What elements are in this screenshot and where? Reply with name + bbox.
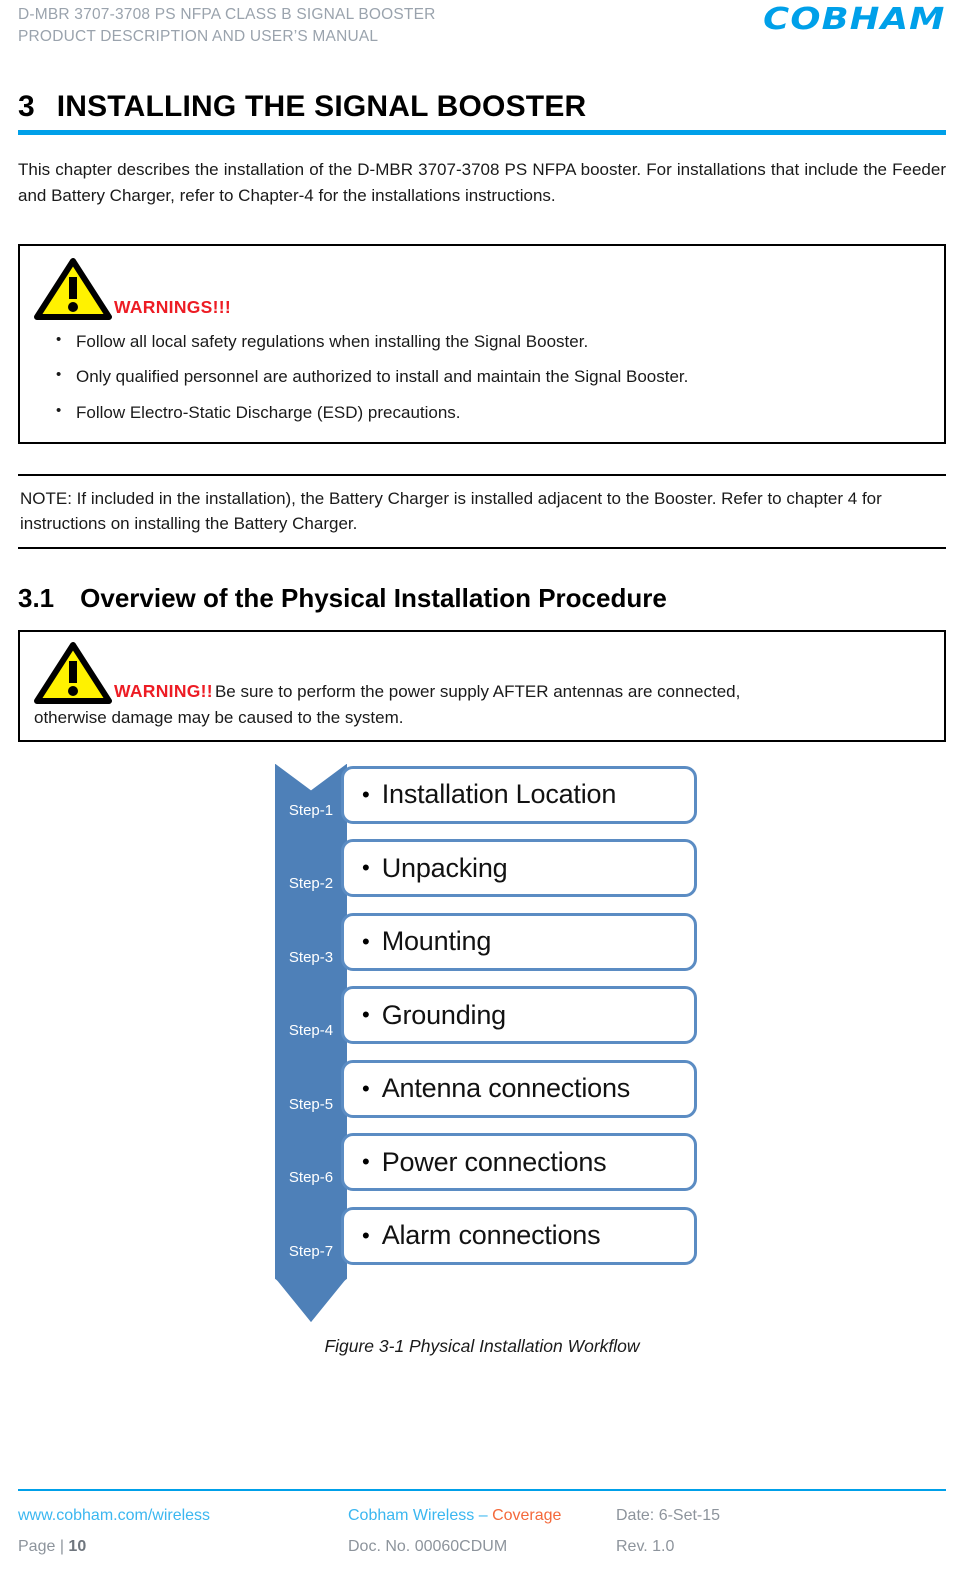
footer-page-number: 10 <box>68 1537 87 1555</box>
footer-row-bottom: Page | 10 Doc. No. 00060CDUM Rev. 1.0 <box>18 1532 946 1562</box>
bullet-icon: • <box>362 928 370 954</box>
list-item: • Follow all local safety regulations wh… <box>34 330 930 355</box>
warnings-header: WARNINGS!!! <box>34 257 930 320</box>
footer-date: Date: 6-Set-15 <box>616 1507 721 1525</box>
workflow-step-label: Mounting <box>381 926 492 957</box>
workflow-step-card: • Grounding <box>341 986 697 1045</box>
warning-power-text-line2: otherwise damage may be caused to the sy… <box>34 707 404 727</box>
footer-doc-number: Doc. No. 00060CDUM <box>348 1537 508 1555</box>
bullet-icon: • <box>56 401 62 419</box>
workflow-step-card: • Antenna connections <box>341 1059 697 1118</box>
footer-company-suffix: Coverage <box>492 1507 562 1525</box>
bullet-icon: • <box>362 1075 370 1101</box>
warnings-list: • Follow all local safety regulations wh… <box>34 330 930 426</box>
warning-power-header: WARNING!! Be sure to perform the power s… <box>34 641 930 704</box>
bullet-icon: • <box>362 855 370 881</box>
section-heading: 3.1 Overview of the Physical Installatio… <box>18 583 946 614</box>
chapter-number: 3 <box>18 90 35 123</box>
header-line-2: PRODUCT DESCRIPTION AND USER’S MANUAL <box>18 28 379 46</box>
bullet-icon: • <box>362 1149 370 1175</box>
document-footer: www.cobham.com/wireless Cobham Wireless … <box>18 1489 946 1562</box>
workflow-step-card: • Unpacking <box>341 839 697 898</box>
header-title-block: D-MBR 3707-3708 PS NFPA CLASS B SIGNAL B… <box>18 4 436 49</box>
warning-box-power: WARNING!! Be sure to perform the power s… <box>18 629 946 742</box>
bullet-icon: • <box>56 366 62 384</box>
footer-row-top: www.cobham.com/wireless Cobham Wireless … <box>18 1501 946 1531</box>
warning-triangle-icon <box>34 257 112 320</box>
footer-revision: Rev. 1.0 <box>616 1537 675 1555</box>
chapter-heading: 3 INSTALLING THE SIGNAL BOOSTER <box>18 90 946 135</box>
workflow-step-label: Unpacking <box>381 852 508 883</box>
list-item: • Only qualified personnel are authorize… <box>34 365 930 390</box>
workflow-step-row: Step-1 • Installation Location <box>267 763 697 867</box>
footer-page-label: Page | <box>18 1537 64 1555</box>
workflow-step-card: • Mounting <box>341 912 697 971</box>
footer-website-cell: www.cobham.com/wireless <box>18 1501 348 1531</box>
bullet-icon: • <box>362 1002 370 1028</box>
workflow-step-card: • Power connections <box>341 1133 697 1192</box>
section-number: 3.1 <box>18 582 55 613</box>
bullet-icon: • <box>362 1222 370 1248</box>
list-item: • Follow Electro-Static Discharge (ESD) … <box>34 401 930 426</box>
footer-company-cell: Cobham Wireless – Coverage <box>348 1501 616 1531</box>
chapter-title: INSTALLING THE SIGNAL BOOSTER <box>56 90 587 123</box>
warnings-label: WARNINGS!!! <box>114 296 232 317</box>
document-header: D-MBR 3707-3708 PS NFPA CLASS B SIGNAL B… <box>18 0 946 68</box>
warning-item-text: Only qualified personnel are authorized … <box>76 367 689 387</box>
footer-company-name: Cobham Wireless <box>348 1507 475 1525</box>
footer-website-link[interactable]: www.cobham.com/wireless <box>18 1507 210 1524</box>
workflow-step-label: Installation Location <box>381 779 617 810</box>
workflow-step-card: • Alarm connections <box>341 1206 697 1265</box>
document-page: D-MBR 3707-3708 PS NFPA CLASS B SIGNAL B… <box>0 0 964 1570</box>
warning-item-text: Follow all local safety regulations when… <box>76 331 589 351</box>
section-title: Overview of the Physical Installation Pr… <box>80 582 667 613</box>
warning-item-text: Follow Electro-Static Discharge (ESD) pr… <box>76 402 461 422</box>
header-line-1: D-MBR 3707-3708 PS NFPA CLASS B SIGNAL B… <box>18 6 436 23</box>
figure-caption: Figure 3-1 Physical Installation Workflo… <box>324 1336 640 1357</box>
warning-power-text-line1: Be sure to perform the power supply AFTE… <box>214 681 741 701</box>
warning-power-label: WARNING!! <box>114 680 213 701</box>
chapter-intro-paragraph: This chapter describes the installation … <box>18 160 946 206</box>
cobham-logo: COBHAM <box>763 2 946 37</box>
note-box: NOTE: If included in the installation), … <box>18 473 946 549</box>
bullet-icon: • <box>362 781 370 807</box>
workflow-step-label: Grounding <box>381 999 506 1030</box>
workflow-step-label: Power connections <box>381 1146 607 1177</box>
workflow-step-label: Antenna connections <box>381 1073 631 1104</box>
workflow-step-card: • Installation Location <box>341 765 697 824</box>
installation-workflow-diagram: Step-1 • Installation Location Step-2 • … <box>267 763 697 1323</box>
warnings-box: WARNINGS!!! • Follow all local safety re… <box>18 243 946 444</box>
footer-docno-cell: Doc. No. 00060CDUM <box>348 1532 616 1562</box>
footer-company-separator: – <box>478 1507 488 1525</box>
warning-triangle-icon <box>34 641 112 704</box>
footer-revision-cell: Rev. 1.0 <box>616 1532 946 1562</box>
footer-page-cell: Page | 10 <box>18 1532 348 1562</box>
footer-date-cell: Date: 6-Set-15 <box>616 1501 946 1531</box>
bullet-icon: • <box>56 330 62 348</box>
workflow-step-label: Alarm connections <box>381 1220 601 1251</box>
